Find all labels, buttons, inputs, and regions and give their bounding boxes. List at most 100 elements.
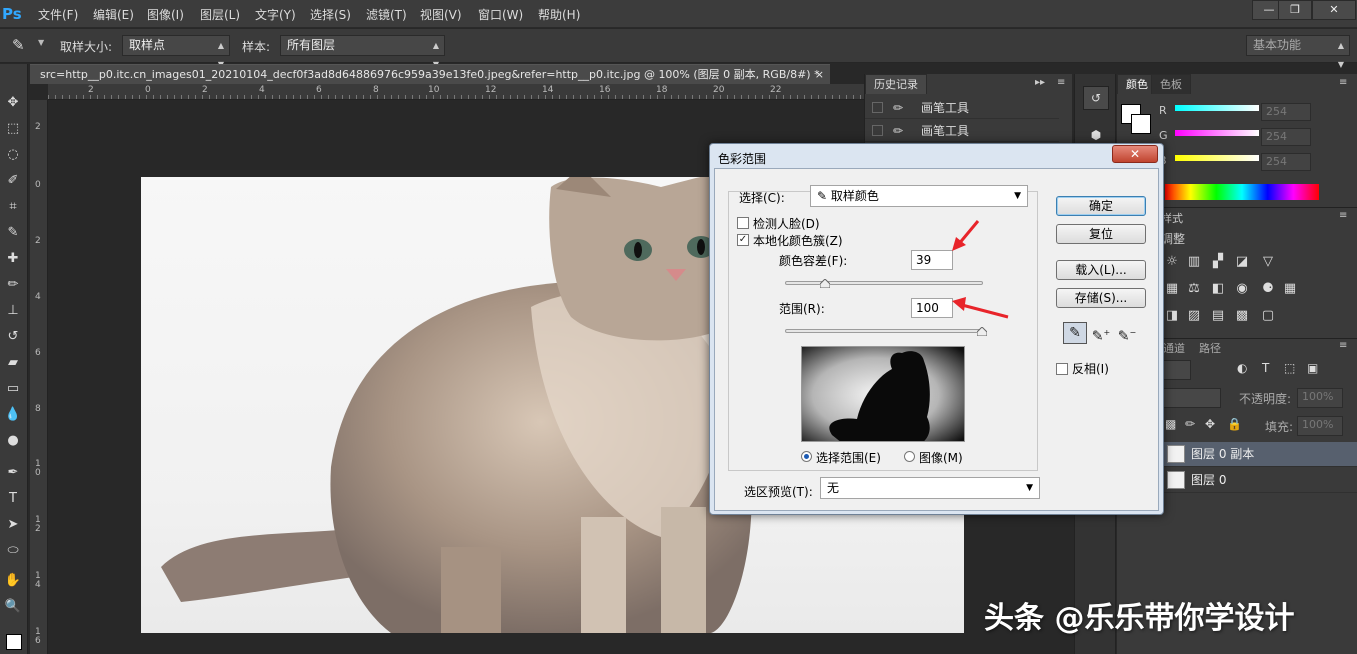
blur-tool-icon[interactable]: 💧 bbox=[2, 404, 24, 426]
image-radio[interactable] bbox=[904, 451, 915, 462]
hue-saturation-icon[interactable]: ▦ bbox=[1163, 281, 1181, 297]
dialog-close-button[interactable]: ✕ bbox=[1112, 145, 1158, 163]
eyedropper-icon[interactable]: ✎ bbox=[12, 36, 25, 54]
channel-b-slider[interactable] bbox=[1175, 155, 1259, 161]
panel-menu-icon[interactable]: ≡ bbox=[1339, 340, 1347, 351]
localized-clusters-checkbox[interactable]: ✓ bbox=[737, 234, 749, 246]
detect-faces-checkbox[interactable] bbox=[737, 217, 749, 229]
history-snapshot-checkbox[interactable] bbox=[872, 125, 883, 136]
path-select-tool-icon[interactable]: ➤ bbox=[2, 514, 24, 536]
preview-dropdown[interactable]: 无 ▼ bbox=[820, 477, 1040, 499]
range-slider-thumb[interactable] bbox=[977, 327, 987, 336]
lock-pixels-icon[interactable]: ✏ bbox=[1185, 417, 1195, 431]
tab-swatches[interactable]: 色板 bbox=[1151, 74, 1191, 94]
tab-paths[interactable]: 路径 bbox=[1199, 340, 1221, 356]
black-white-icon[interactable]: ◧ bbox=[1209, 281, 1227, 297]
move-tool-icon[interactable]: ✥ bbox=[2, 92, 24, 114]
channel-r-slider[interactable] bbox=[1175, 105, 1259, 111]
close-window-button[interactable]: ✕ bbox=[1312, 0, 1356, 20]
restore-button[interactable]: ❐ bbox=[1278, 0, 1312, 20]
shape-tool-icon[interactable]: ⬭ bbox=[2, 540, 24, 562]
photo-filter-icon[interactable]: ◉ bbox=[1233, 281, 1251, 297]
sample-size-select[interactable]: 取样点 ▲▼ bbox=[122, 35, 230, 69]
menu-layer[interactable]: 图层(L) bbox=[200, 6, 240, 23]
foreground-color-swatch[interactable] bbox=[6, 634, 22, 650]
document-tab[interactable]: src=http__p0.itc.cn_images01_20210104_de… bbox=[30, 64, 830, 84]
threshold-icon[interactable]: ▤ bbox=[1209, 308, 1227, 324]
menu-select[interactable]: 选择(S) bbox=[310, 6, 351, 23]
menu-image[interactable]: 图像(I) bbox=[147, 6, 184, 23]
fuzziness-slider-thumb[interactable] bbox=[820, 279, 830, 288]
gradient-map-icon[interactable]: ▩ bbox=[1233, 308, 1251, 324]
history-row[interactable]: ✏ 画笔工具 bbox=[865, 120, 1059, 142]
panel-collapse-icon[interactable]: ▸▸ bbox=[1035, 77, 1045, 88]
lock-transparency-icon[interactable]: ▩ bbox=[1165, 417, 1176, 431]
panel-menu-icon[interactable]: ≡ bbox=[1339, 77, 1347, 88]
eyedropper-tool-icon[interactable]: ✎ bbox=[2, 222, 24, 244]
range-slider[interactable] bbox=[785, 329, 983, 333]
selection-radio[interactable] bbox=[801, 451, 812, 462]
reset-button[interactable]: 复位 bbox=[1056, 224, 1146, 244]
menu-file[interactable]: 文件(F) bbox=[38, 6, 78, 23]
filter-smart-object-icon[interactable]: ▣ bbox=[1307, 361, 1318, 375]
color-balance-icon[interactable]: ⚖ bbox=[1185, 281, 1203, 297]
invert-icon[interactable]: ◨ bbox=[1163, 308, 1181, 324]
filter-type-icon[interactable]: T bbox=[1262, 361, 1269, 375]
channel-mixer-icon[interactable]: ⚈ bbox=[1259, 281, 1277, 297]
brush-tool-icon[interactable]: ✏ bbox=[2, 274, 24, 296]
color-lookup-icon[interactable]: ▦ bbox=[1281, 281, 1299, 297]
dodge-tool-icon[interactable]: ● bbox=[2, 430, 24, 452]
color-spectrum-bar[interactable] bbox=[1165, 184, 1319, 200]
exposure-icon[interactable]: ◪ bbox=[1233, 254, 1251, 270]
layer-row-selected[interactable]: 图层 0 副本 bbox=[1159, 442, 1357, 467]
panel-menu-icon[interactable]: ≡ bbox=[1339, 210, 1347, 221]
lock-position-icon[interactable]: ✥ bbox=[1205, 417, 1215, 431]
channel-r-value[interactable]: 254 bbox=[1261, 103, 1311, 121]
levels-icon[interactable]: ▥ bbox=[1185, 254, 1203, 270]
layer-row[interactable]: 图层 0 bbox=[1159, 468, 1357, 493]
filter-shape-icon[interactable]: ⬚ bbox=[1284, 361, 1295, 375]
crop-tool-icon[interactable]: ⌗ bbox=[2, 196, 24, 218]
channel-g-slider[interactable] bbox=[1175, 130, 1259, 136]
posterize-icon[interactable]: ▨ bbox=[1185, 308, 1203, 324]
zoom-tool-icon[interactable]: 🔍 bbox=[2, 596, 24, 618]
close-tab-icon[interactable]: × bbox=[815, 65, 824, 84]
panel-menu-icon[interactable]: ≡ bbox=[1057, 77, 1065, 88]
curves-icon[interactable]: ▞ bbox=[1209, 254, 1227, 270]
load-button[interactable]: 载入(L)... bbox=[1056, 260, 1146, 280]
chevron-down-icon[interactable]: ▼ bbox=[38, 38, 44, 47]
channel-g-value[interactable]: 254 bbox=[1261, 128, 1311, 146]
gradient-tool-icon[interactable]: ▭ bbox=[2, 378, 24, 400]
layer-filter-select[interactable] bbox=[1161, 360, 1191, 380]
brightness-icon[interactable]: ☼ bbox=[1163, 254, 1181, 270]
quick-select-tool-icon[interactable]: ✐ bbox=[2, 170, 24, 192]
menu-help[interactable]: 帮助(H) bbox=[538, 6, 580, 23]
history-panel-icon[interactable]: ↺ bbox=[1083, 86, 1109, 110]
menu-window[interactable]: 窗口(W) bbox=[478, 6, 523, 23]
subtract-from-sample-icon[interactable]: ✎− bbox=[1115, 322, 1139, 345]
opacity-input[interactable]: 100% bbox=[1297, 388, 1343, 408]
tab-channels[interactable]: 通道 bbox=[1163, 340, 1185, 356]
vibrance-icon[interactable]: ▽ bbox=[1259, 254, 1277, 270]
hand-tool-icon[interactable]: ✋ bbox=[2, 570, 24, 592]
workspace-select[interactable]: 基本功能 ▲ ▼ bbox=[1246, 35, 1350, 69]
type-tool-icon[interactable]: T bbox=[2, 488, 24, 510]
select-dropdown[interactable]: ✎ 取样颜色 ▼ bbox=[810, 185, 1028, 207]
sample-select[interactable]: 所有图层 ▲▼ bbox=[280, 35, 445, 69]
add-to-sample-icon[interactable]: ✎+ bbox=[1089, 322, 1113, 345]
fill-input[interactable]: 100% bbox=[1297, 416, 1343, 436]
lasso-tool-icon[interactable]: ◌ bbox=[2, 144, 24, 166]
spot-heal-tool-icon[interactable]: ✚ bbox=[2, 248, 24, 270]
marquee-tool-icon[interactable]: ⬚ bbox=[2, 118, 24, 140]
stamp-tool-icon[interactable]: ⊥ bbox=[2, 300, 24, 322]
menu-edit[interactable]: 编辑(E) bbox=[93, 6, 134, 23]
filter-pixel-icon[interactable]: ◐ bbox=[1237, 361, 1247, 375]
ok-button[interactable]: 确定 bbox=[1056, 196, 1146, 216]
eraser-tool-icon[interactable]: ▰ bbox=[2, 352, 24, 374]
menu-filter[interactable]: 滤镜(T) bbox=[366, 6, 407, 23]
tab-styles[interactable]: 样式 bbox=[1161, 210, 1183, 226]
history-snapshot-checkbox[interactable] bbox=[872, 102, 883, 113]
menu-view[interactable]: 视图(V) bbox=[420, 6, 462, 23]
menu-type[interactable]: 文字(Y) bbox=[255, 6, 296, 23]
save-button[interactable]: 存储(S)... bbox=[1056, 288, 1146, 308]
